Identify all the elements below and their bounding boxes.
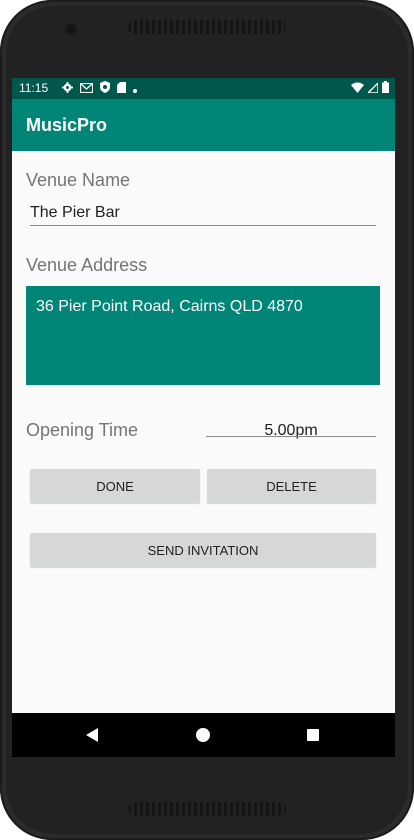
app-screen: 11:15 MusicPro Venue Name The Pier Bar V… [12,78,395,757]
wifi-icon [351,82,364,96]
status-bar: 11:15 [12,78,395,99]
back-icon[interactable] [86,728,98,742]
venue-address-text: 36 Pier Point Road, Cairns QLD 4870 [36,298,303,315]
sdcard-icon [117,81,126,96]
shield-icon [100,81,110,96]
send-invitation-button-label: SEND INVITATION [147,542,259,558]
app-bar: MusicPro [12,99,395,151]
home-icon[interactable] [196,728,210,742]
venue-name-underline [30,225,376,226]
venue-name-label: Venue Name [26,170,131,190]
delete-button-label: DELETE [266,478,317,494]
battery-icon [382,81,389,96]
bottom-speaker-grille [128,802,286,816]
dot-icon [133,82,137,96]
venue-name-input[interactable]: The Pier Bar [30,204,120,222]
front-camera [66,24,76,34]
top-speaker-grille [128,20,286,34]
delete-button[interactable]: DELETE [207,469,376,503]
signal-icon [366,80,379,96]
venue-address-label: Venue Address [26,255,148,275]
opening-time-input[interactable]: 5.00pm [206,422,376,440]
gmail-icon [79,82,94,96]
app-title: MusicPro [26,115,108,135]
opening-time-label: Opening Time [26,420,139,440]
phone-device: 11:15 MusicPro Venue Name The Pier Bar V… [0,0,414,840]
send-invitation-button[interactable]: SEND INVITATION [30,533,376,567]
venue-address-field[interactable]: 36 Pier Point Road, Cairns QLD 4870 [26,286,380,385]
done-button[interactable]: DONE [30,469,200,503]
opening-time-underline [206,436,376,437]
status-notification-icons [62,81,137,96]
status-system-icons [351,80,389,96]
done-button-label: DONE [96,478,134,494]
recents-icon[interactable] [307,729,319,741]
status-time: 11:15 [19,81,49,95]
gear-icon [62,81,73,96]
system-navigation-bar [12,713,395,757]
